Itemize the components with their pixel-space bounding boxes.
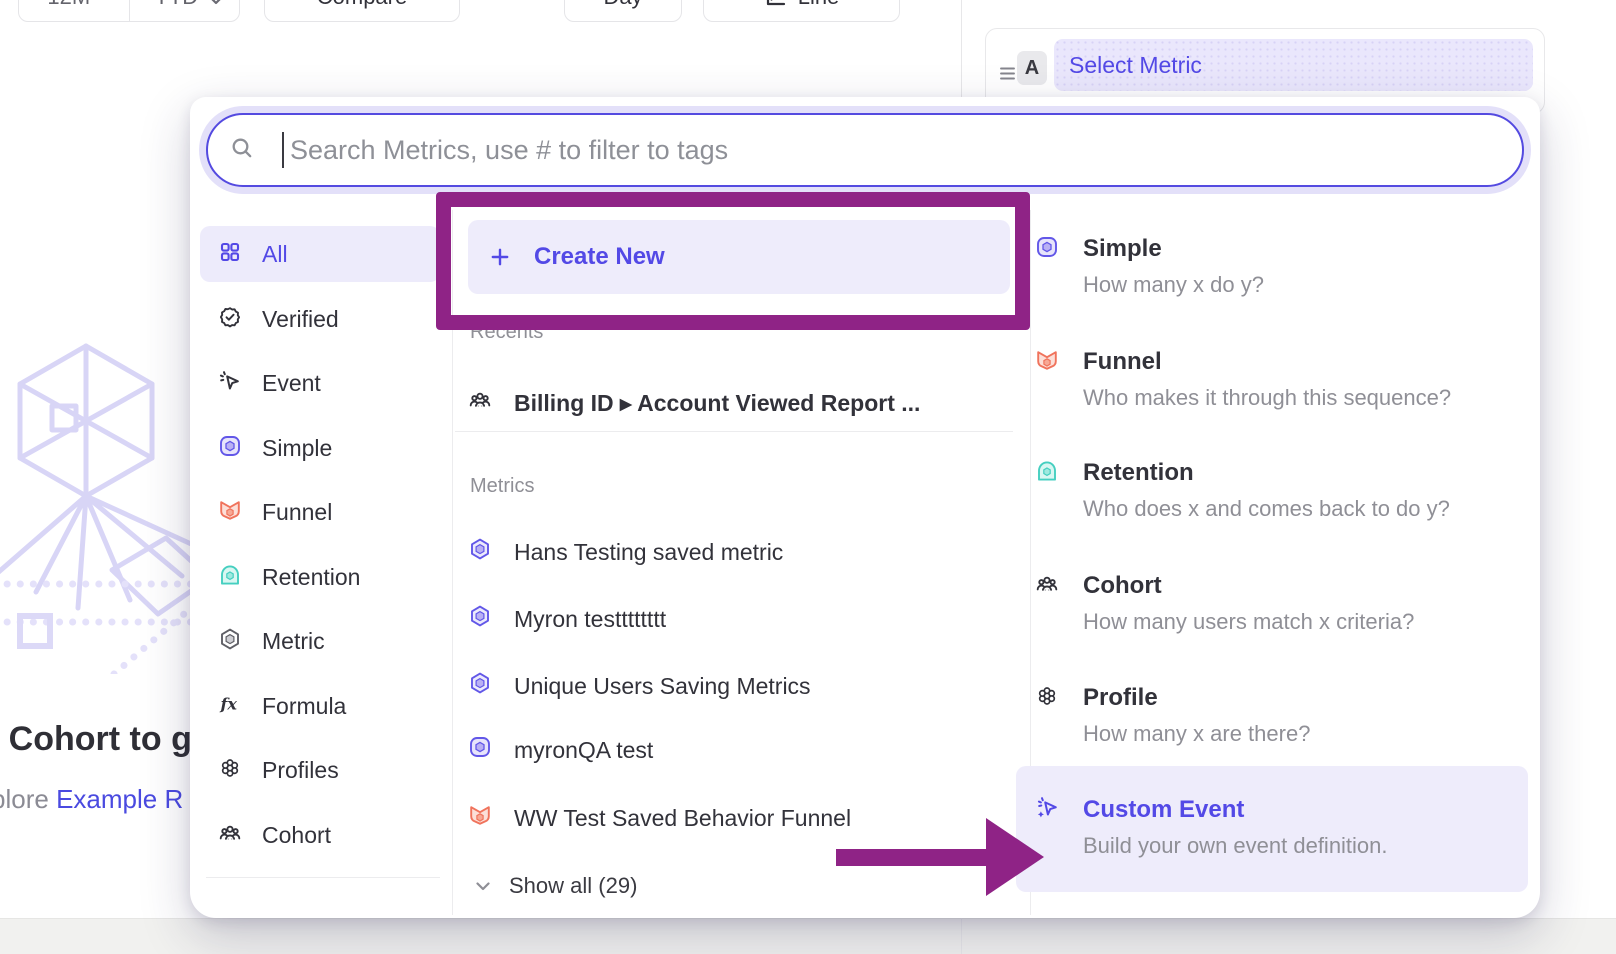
sidebar-item-cohort[interactable]: Cohort	[200, 807, 440, 863]
profiles-icon	[1035, 684, 1063, 712]
funnel-icon	[468, 803, 498, 833]
show-all-button[interactable]: Show all (29)	[471, 869, 637, 903]
metric-hexagon-icon	[468, 604, 498, 634]
empty-state-subline: xplore Example R	[0, 784, 183, 815]
date-range-12m[interactable]: 12M	[19, 0, 119, 10]
formula-icon	[218, 692, 246, 720]
simple-metric-icon	[218, 434, 246, 462]
type-row-cohort[interactable]: Cohort How many users match x criteria?	[1035, 572, 1521, 635]
funnel-icon	[218, 498, 246, 526]
type-row-retention[interactable]: Retention Who does x and comes back to d…	[1035, 459, 1521, 522]
retention-icon	[1035, 459, 1063, 487]
cohort-icon	[218, 821, 246, 849]
segment-divider	[129, 0, 130, 22]
sidebar-item-formula[interactable]: Formula	[200, 678, 440, 734]
tag-icon	[218, 917, 246, 918]
sidebar-item-event[interactable]: Event	[200, 355, 440, 411]
recents-section-label: Recents	[470, 321, 543, 344]
search-input[interactable]	[288, 134, 1500, 167]
metric-item[interactable]: Hans Testing saved metric	[468, 530, 1013, 574]
simple-metric-icon	[1035, 235, 1063, 263]
profiles-icon	[218, 756, 246, 784]
compare-button[interactable]: Compare	[264, 0, 460, 22]
funnel-icon	[1035, 348, 1063, 376]
metric-picker-modal: All Verified Event Simple Funnel Retenti…	[190, 97, 1540, 918]
sidebar-item-profiles[interactable]: Profiles	[200, 742, 440, 798]
line-chart-icon	[764, 0, 788, 9]
report-canvas: r Cohort to ge xplore Example R	[0, 0, 190, 918]
sidebar-section-divider	[206, 877, 440, 878]
select-metric-label: Select Metric	[1069, 52, 1202, 79]
cohort-icon	[1035, 572, 1063, 600]
date-range-segmented-control[interactable]: 12M YTD	[18, 0, 240, 22]
background-illustration	[0, 334, 190, 674]
type-row-funnel[interactable]: Funnel Who makes it through this sequenc…	[1035, 348, 1521, 411]
verified-badge-icon	[218, 305, 246, 333]
metric-search[interactable]	[206, 113, 1524, 187]
sidebar-item-metric[interactable]: Metric	[200, 613, 440, 669]
date-range-ytd[interactable]: YTD	[140, 0, 240, 10]
retention-icon	[218, 563, 246, 591]
metric-item[interactable]: myronQA test	[468, 728, 1013, 772]
recent-item-billing[interactable]: Billing ID ▸ Account Viewed Report ...	[468, 381, 1013, 425]
granularity-button[interactable]: Day	[564, 0, 682, 22]
footer-strip	[0, 918, 1616, 954]
type-row-simple[interactable]: Simple How many x do y?	[1035, 235, 1521, 298]
metric-hexagon-icon	[468, 671, 498, 701]
sidebar-divider	[452, 210, 453, 915]
empty-state-headline: r Cohort to ge	[0, 720, 190, 759]
metric-hexagon-icon	[218, 627, 246, 655]
sidebar-item-all[interactable]: All	[200, 226, 440, 282]
custom-event-icon	[1035, 796, 1063, 824]
simple-metric-icon	[468, 735, 498, 765]
create-new-button[interactable]: Create New	[468, 220, 1010, 294]
type-row-profile[interactable]: Profile How many x are there?	[1035, 684, 1521, 747]
metric-hexagon-icon	[468, 537, 498, 567]
plus-icon	[488, 245, 512, 269]
chart-type-button[interactable]: Line	[703, 0, 900, 22]
select-metric-field[interactable]: Select Metric	[1054, 39, 1533, 91]
metric-item[interactable]: Myron testttttttt	[468, 597, 1013, 641]
cohort-icon	[468, 388, 498, 418]
sidebar-item-funnel[interactable]: Funnel	[200, 484, 440, 540]
chevron-down-icon	[471, 874, 495, 898]
metric-item[interactable]: Unique Users Saving Metrics	[468, 664, 1013, 708]
query-row-badge: A	[1017, 51, 1047, 85]
type-row-custom-event[interactable]: Custom Event Build your own event defini…	[1035, 796, 1521, 859]
chevron-down-icon	[204, 0, 224, 8]
drag-handle-icon[interactable]	[997, 62, 1017, 82]
app-screen: 12M YTD Compare Day Line A Select Metric	[0, 0, 1616, 954]
sidebar-item-retention[interactable]: Retention	[200, 549, 440, 605]
grid-icon	[218, 240, 246, 268]
text-cursor	[282, 132, 284, 168]
recents-divider	[455, 431, 1013, 432]
example-link[interactable]: Example R	[56, 784, 183, 814]
event-cursor-icon	[218, 369, 246, 397]
sidebar-item-tags[interactable]: Tags	[200, 903, 440, 918]
metric-item[interactable]: WW Test Saved Behavior Funnel	[468, 796, 1013, 840]
metrics-section-label: Metrics	[470, 475, 534, 498]
sidebar-item-simple[interactable]: Simple	[200, 420, 440, 476]
search-icon	[230, 136, 258, 164]
sidebar-item-verified[interactable]: Verified	[200, 291, 440, 347]
